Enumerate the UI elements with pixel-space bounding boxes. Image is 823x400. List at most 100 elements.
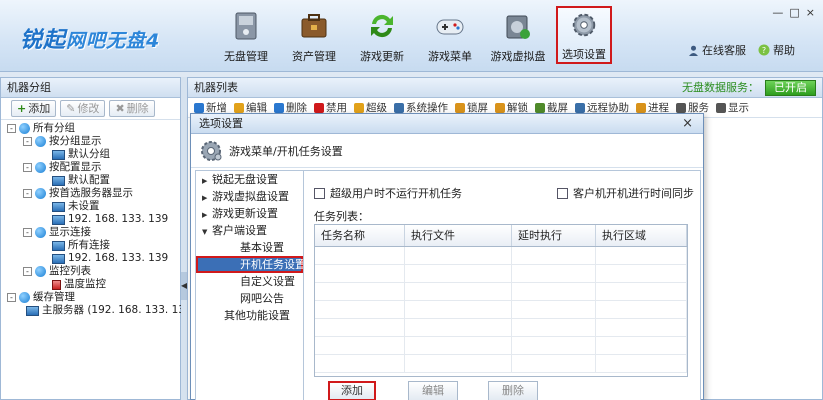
toolbar-asset-manage-button[interactable]: 资产管理	[280, 6, 348, 64]
tree-node-label: 默认配置	[68, 174, 110, 186]
tool-icon	[636, 102, 646, 113]
settings-nav-item[interactable]: 开机任务设置	[196, 256, 306, 273]
tree-node-label: 按首选服务器显示	[49, 187, 133, 199]
toolbar-game-update-button[interactable]: 游戏更新	[348, 6, 416, 64]
computer-icon	[52, 201, 65, 212]
online-support-link[interactable]: 在线客服	[688, 42, 746, 58]
tree-node[interactable]: 未设置	[7, 200, 180, 213]
tree-node[interactable]: 温度监控	[7, 278, 180, 291]
delete-group-button[interactable]: ✖ 删除	[109, 100, 155, 117]
table-row	[315, 247, 687, 265]
dialog-section-header: 游戏菜单/开机任务设置	[191, 134, 703, 168]
tree-node[interactable]: - 按分组显示	[7, 135, 180, 148]
close-window-button[interactable]: ×	[806, 6, 815, 19]
tree-node[interactable]: - 按配置显示	[7, 161, 180, 174]
tree-node[interactable]: - 缓存管理	[7, 291, 180, 304]
plus-icon: +	[17, 102, 27, 115]
thermometer-icon	[52, 279, 61, 290]
triangle-down-icon[interactable]: ▼	[202, 224, 212, 241]
tool-icon	[314, 102, 324, 113]
group-icon	[35, 162, 46, 173]
dialog-close-button[interactable]: ×	[682, 114, 693, 134]
tree-node[interactable]: 所有连接	[7, 239, 180, 252]
tree-node[interactable]: 默认分组	[7, 148, 180, 161]
tool-icon	[535, 102, 545, 113]
maximize-button[interactable]: □	[789, 6, 799, 19]
settings-nav-item[interactable]: 基本设置	[196, 239, 303, 256]
skip-admin-checkbox[interactable]: 超级用户时不运行开机任务	[314, 185, 462, 201]
column-task-name[interactable]: 任务名称	[315, 225, 405, 246]
group-icon	[35, 188, 46, 199]
tree-node[interactable]: 主服务器 (192. 168. 133. 139)	[7, 304, 196, 317]
tool-icon	[575, 102, 585, 113]
collapse-toggle-icon[interactable]: -	[23, 189, 32, 198]
computer-icon	[52, 149, 65, 160]
settings-nav-item[interactable]: 自定义设置	[196, 273, 303, 290]
tree-node[interactable]: - 显示连接	[7, 226, 180, 239]
minimize-button[interactable]: —	[772, 6, 783, 19]
collapse-toggle-icon[interactable]: -	[23, 228, 32, 237]
settings-nav-item[interactable]: ▶ 锐起无盘设置	[196, 171, 303, 188]
tree-node-label: 默认分组	[68, 148, 110, 160]
tree-node[interactable]: 默认配置	[7, 174, 180, 187]
column-exec-file[interactable]: 执行文件	[405, 225, 512, 246]
computer-icon	[26, 305, 39, 316]
help-link[interactable]: ? 帮助	[758, 42, 795, 58]
tree-node-label: 温度监控	[64, 278, 106, 290]
tool-icon	[274, 102, 284, 113]
top-right-links: 在线客服 ? 帮助	[688, 42, 795, 58]
tool-icon	[354, 102, 364, 113]
settings-nav-item[interactable]: 其他功能设置	[196, 307, 303, 324]
column-delay[interactable]: 延时执行	[512, 225, 596, 246]
column-exec-area[interactable]: 执行区域	[596, 225, 687, 246]
table-row	[315, 301, 687, 319]
dialog-titlebar: 选项设置 ×	[191, 114, 703, 134]
machine-tool-button[interactable]: 显示	[716, 100, 749, 115]
computer-icon	[52, 175, 65, 186]
collapse-toggle-icon[interactable]: -	[23, 267, 32, 276]
time-sync-checkbox[interactable]: 客户机开机进行时间同步	[557, 185, 694, 201]
collapse-toggle-icon[interactable]: -	[7, 124, 16, 133]
data-service-toggle[interactable]: 已开启	[765, 79, 816, 96]
computer-icon	[52, 253, 65, 264]
task-table[interactable]: 任务名称 执行文件 延时执行 执行区域	[314, 224, 688, 377]
toolbar-game-menu-button[interactable]: 游戏菜单	[416, 6, 484, 64]
table-row	[315, 319, 687, 337]
settings-nav-item[interactable]: ▼ 客户端设置	[196, 222, 303, 239]
toolbar-options-settings-button[interactable]: 选项设置	[556, 6, 612, 64]
group-tree: - 所有分组 - 按分组显示 默认分组 - 按配置显示 默认配置 - 按首选服务器显示 未设置 192…	[1, 120, 196, 317]
tree-node-label: 主服务器 (192. 168. 133. 139)	[42, 304, 196, 316]
tool-icon	[676, 102, 686, 113]
table-row	[315, 355, 687, 373]
add-task-button[interactable]: 添加	[328, 381, 376, 400]
delete-task-button[interactable]: 删除	[488, 381, 538, 400]
window-controls: — □ ×	[772, 6, 815, 19]
tree-node[interactable]: 192. 168. 133. 139	[7, 252, 180, 265]
tree-node-label: 未设置	[68, 200, 100, 212]
tree-node[interactable]: - 按首选服务器显示	[7, 187, 180, 200]
add-group-button[interactable]: + 添加	[11, 100, 57, 117]
task-buttons: 添加 编辑 删除	[314, 377, 694, 400]
collapse-toggle-icon[interactable]: -	[7, 293, 16, 302]
group-icon	[19, 292, 30, 303]
computer-icon	[52, 240, 65, 251]
collapse-toggle-icon[interactable]: -	[23, 137, 32, 146]
group-icon	[35, 136, 46, 147]
toolbar-diskless-manage-button[interactable]: 无盘管理	[212, 6, 280, 64]
tree-node[interactable]: - 所有分组	[7, 122, 180, 135]
settings-nav-item[interactable]: ▶ 游戏虚拟盘设置	[196, 188, 303, 205]
settings-nav-item[interactable]: ▶ 游戏更新设置	[196, 205, 303, 222]
collapse-toggle-icon[interactable]: -	[23, 163, 32, 172]
tree-node[interactable]: - 监控列表	[7, 265, 180, 278]
tree-node[interactable]: 192. 168. 133. 139	[7, 213, 180, 226]
dialog-title: 选项设置	[199, 117, 243, 130]
tree-node-label: 显示连接	[49, 226, 91, 238]
toolbar-virtual-disk-button[interactable]: 游戏虚拟盘	[484, 6, 552, 64]
settings-nav-item[interactable]: 网吧公告	[196, 290, 303, 307]
edit-task-button[interactable]: 编辑	[408, 381, 458, 400]
edit-group-button[interactable]: ✎ 修改	[60, 100, 106, 117]
delete-icon: ✖	[115, 102, 125, 115]
main-toolbar: 无盘管理 资产管理 游戏更新 游戏菜单 游戏虚拟盘 选项设置	[212, 6, 612, 66]
app-header: 锐起网吧无盘4 无盘管理 资产管理 游戏更新 游戏菜单 游戏虚拟盘 选项设置 —	[0, 0, 823, 72]
task-options: 超级用户时不运行开机任务 客户机开机进行时间同步	[314, 185, 694, 201]
